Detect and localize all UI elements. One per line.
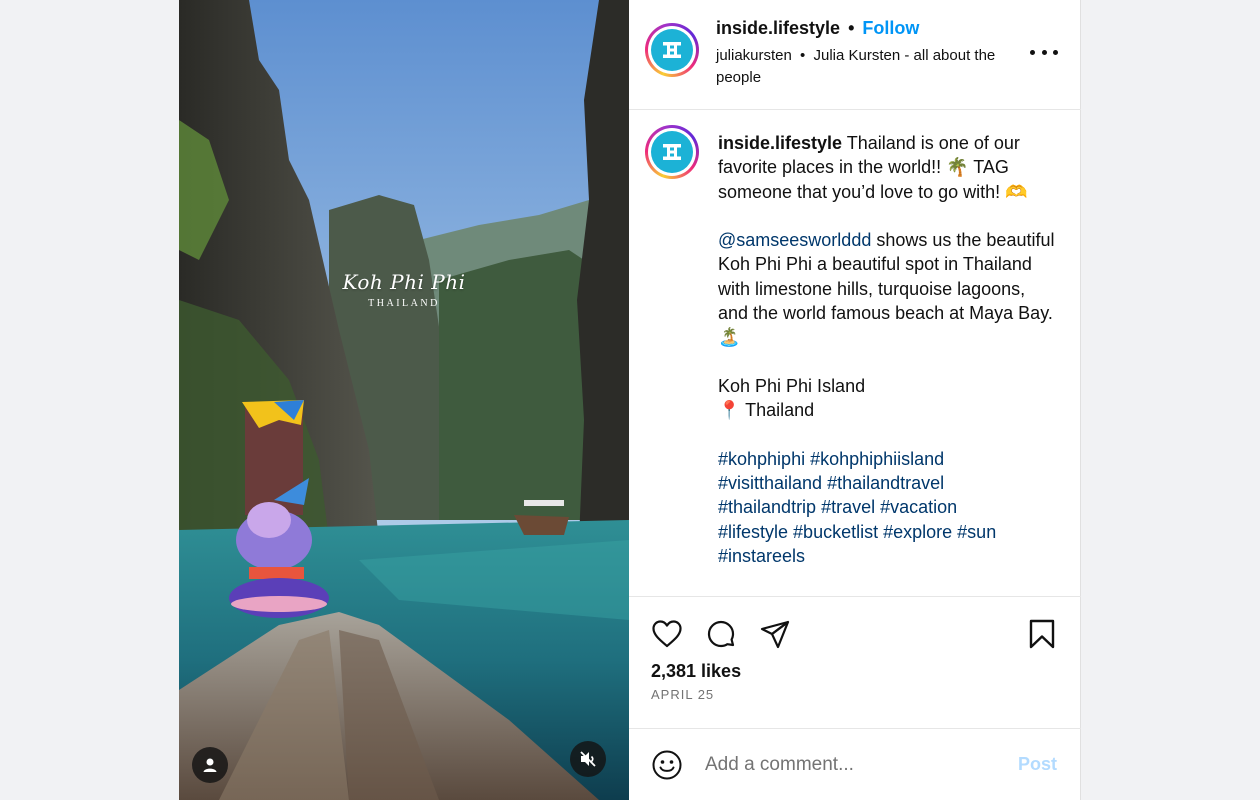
smiley-icon — [652, 750, 682, 780]
caption-mention[interactable]: @samseesworlddd — [718, 230, 871, 250]
hashtag-link[interactable]: #instareels — [718, 546, 805, 566]
bookmark-icon — [1029, 619, 1055, 649]
hashtag-link[interactable]: #explore — [883, 522, 952, 542]
post-date: APRIL 25 — [651, 687, 715, 702]
share-button[interactable] — [758, 617, 792, 651]
hashtag-link[interactable]: #visitthailand — [718, 473, 822, 493]
tagged-people-button[interactable] — [192, 747, 228, 783]
hashtag-link[interactable]: #sun — [957, 522, 996, 542]
heart-icon — [652, 620, 682, 648]
post-header: inside.lifestyle • Follow juliakursten •… — [629, 0, 1081, 110]
audio-attribution[interactable]: juliakursten • Julia Kursten - all about… — [716, 45, 1026, 89]
hashtag-link[interactable]: #kohphiphi — [718, 449, 805, 469]
location-line-2: 📍 Thailand — [718, 400, 815, 421]
caption-username[interactable]: inside.lifestyle — [718, 133, 842, 153]
user-icon — [203, 758, 217, 772]
comment-button[interactable] — [704, 617, 738, 651]
caption-author-avatar[interactable] — [645, 125, 699, 179]
audio-author[interactable]: juliakursten — [716, 47, 792, 64]
hashtag-link[interactable]: #thailandtrip — [718, 497, 816, 517]
video-frame — [179, 0, 629, 800]
overlay-title-text: Koh Phi Phi — [342, 270, 466, 294]
like-button[interactable] — [650, 617, 684, 651]
hashtag-link[interactable]: #lifestyle — [718, 522, 788, 542]
overlay-subtitle-text: THAILAND — [368, 298, 440, 309]
save-button[interactable] — [1025, 617, 1059, 651]
comment-composer: Post — [629, 728, 1081, 800]
hashtag-link[interactable]: #thailandtravel — [827, 473, 944, 493]
follow-button[interactable]: Follow — [862, 18, 919, 39]
mute-toggle-button[interactable] — [570, 741, 606, 777]
author-username[interactable]: inside.lifestyle — [716, 18, 840, 39]
emoji-picker-button[interactable] — [651, 749, 683, 781]
hashtag-link[interactable]: #vacation — [880, 497, 957, 517]
hashtag-link[interactable]: #bucketlist — [793, 522, 878, 542]
more-options-button[interactable] — [1030, 40, 1058, 64]
more-horizontal-icon — [1030, 49, 1035, 55]
post-actions: 2,381 likes APRIL 25 — [629, 596, 1081, 728]
hashtag-link[interactable]: #travel — [821, 497, 875, 517]
speaker-muted-icon — [580, 751, 596, 767]
hashtag-link[interactable]: #kohphiphiisland — [810, 449, 944, 469]
header-separator: • — [848, 18, 855, 38]
comment-icon — [707, 620, 735, 648]
post-side-panel: inside.lifestyle • Follow juliakursten •… — [629, 0, 1081, 800]
post-caption: inside.lifestyle Thailand is one of our … — [718, 131, 1058, 568]
likes-count[interactable]: 2,381 likes — [651, 661, 741, 682]
comment-input[interactable] — [705, 751, 1005, 779]
author-avatar[interactable] — [645, 23, 699, 77]
audio-separator: • — [800, 47, 806, 64]
hashtag-list: #kohphiphi #kohphiphiisland #visitthaila… — [718, 447, 1058, 568]
reel-video[interactable]: Koh Phi Phi THAILAND — [179, 0, 629, 800]
location-line-1: Koh Phi Phi Island — [718, 375, 866, 396]
post-comment-button[interactable]: Post — [1018, 754, 1057, 775]
brand-logo-icon — [663, 42, 681, 58]
brand-logo-icon — [663, 144, 681, 160]
send-icon — [760, 620, 790, 649]
